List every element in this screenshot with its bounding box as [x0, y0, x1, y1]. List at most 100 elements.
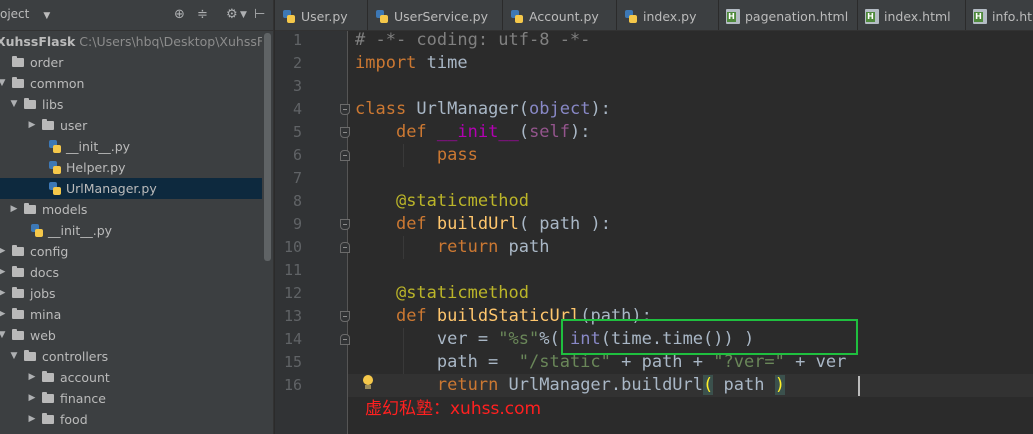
project-view-selector[interactable]: oject ▼ [0, 7, 50, 21]
code-line[interactable]: return path [355, 236, 550, 259]
code-line[interactable]: def buildUrl( path ): [355, 213, 611, 236]
fold-marker-icon[interactable] [340, 104, 350, 115]
code-line[interactable]: def __init__(self): [355, 121, 591, 144]
editor-tab[interactable]: pagenation.html [719, 0, 858, 30]
code-line[interactable]: @staticmethod [355, 282, 529, 305]
fold-marker-icon[interactable] [340, 334, 350, 345]
folder-item[interactable]: ▶ config [0, 241, 273, 262]
gear-dropdown-icon[interactable]: ▼ [240, 6, 247, 24]
editor-tab[interactable]: Account.py [503, 0, 617, 30]
folder-item[interactable]: ▶ account [0, 367, 273, 388]
project-name: XuhssFlask [0, 34, 76, 49]
project-path: C:\Users\hbq\Desktop\XuhssFlask [75, 34, 273, 49]
code-line[interactable]: import time [355, 52, 468, 75]
file-item[interactable]: Helper.py [0, 157, 273, 178]
code-token: ( path ): [518, 214, 611, 234]
code-token: ver = [355, 329, 499, 349]
code-line[interactable]: class UrlManager(object): [355, 98, 611, 121]
collapsed-arrow-icon[interactable]: ▶ [0, 283, 7, 304]
code-token: # -*- coding: utf-8 -*- [355, 30, 591, 50]
fold-marker-icon[interactable] [340, 150, 350, 161]
code-token: UrlManager( [406, 99, 530, 119]
fold-marker-icon[interactable] [340, 219, 350, 230]
project-root-item[interactable]: XuhssFlask C:\Users\hbq\Desktop\XuhssFla… [0, 31, 273, 52]
expanded-arrow-icon[interactable]: ▼ [0, 325, 7, 346]
expanded-arrow-icon[interactable]: ▼ [0, 73, 7, 94]
line-number: 4 [292, 100, 302, 118]
folder-item[interactable]: ▶ jobs [0, 283, 273, 304]
folder-item[interactable]: ▼ libs [0, 94, 273, 115]
folder-item[interactable]: ▶ user [0, 115, 273, 136]
fold-marker-icon[interactable] [340, 127, 350, 138]
gear-icon[interactable]: ⚙ [226, 6, 238, 24]
code-token: return [436, 237, 499, 257]
tree-item-label: config [30, 244, 69, 259]
code-line[interactable]: # -*- coding: utf-8 -*- [355, 29, 590, 52]
folder-icon [12, 56, 24, 67]
collapsed-arrow-icon[interactable]: ▶ [27, 367, 37, 388]
folder-item[interactable]: ▶ food [0, 409, 273, 430]
tree-item-label: XuhssFlask C:\Users\hbq\Desktop\XuhssFla… [0, 31, 273, 52]
code-line[interactable]: @staticmethod [355, 190, 529, 213]
code-token: "%s" [498, 329, 540, 349]
lightbulb-icon[interactable] [360, 374, 376, 390]
folder-item[interactable]: ▶ mina [0, 304, 273, 325]
editor-tab[interactable]: User.py [275, 0, 368, 30]
collapsed-arrow-icon[interactable]: ▶ [27, 388, 37, 409]
folder-item[interactable]: ▼ controllers [0, 346, 273, 367]
target-icon[interactable]: ⊕ [174, 6, 185, 24]
collapsed-arrow-icon[interactable]: ▶ [9, 199, 19, 220]
scrollbar-thumb[interactable] [264, 33, 271, 261]
line-number: 12 [283, 284, 302, 302]
code-token: def [395, 214, 427, 234]
code-token: path [498, 237, 550, 257]
collapsed-arrow-icon[interactable]: ▶ [27, 409, 37, 430]
code-token: @staticmethod [395, 283, 530, 303]
file-item[interactable]: __init__.py [0, 136, 273, 157]
folder-icon [42, 119, 54, 130]
folder-item[interactable]: ▼ common [0, 73, 273, 94]
editor-tab[interactable]: index.py [617, 0, 719, 30]
code-token: import [355, 53, 417, 73]
code-line[interactable]: pass [355, 144, 478, 167]
collapsed-arrow-icon[interactable]: ▶ [0, 304, 7, 325]
editor-tab[interactable]: info.htm [966, 0, 1033, 30]
fold-marker-icon[interactable] [340, 311, 350, 322]
folder-icon [12, 329, 24, 340]
folder-item[interactable]: order [0, 52, 273, 73]
collapse-icon[interactable]: ≑ [197, 6, 208, 24]
editor-tab[interactable]: UserService.py [368, 0, 503, 30]
expanded-arrow-icon[interactable]: ▼ [9, 346, 19, 367]
folder-item[interactable]: ▶ models [0, 199, 273, 220]
line-number: 15 [283, 353, 302, 371]
folder-icon [42, 392, 54, 403]
code-token: buildStaticUrl [436, 306, 581, 326]
python-file-icon [48, 139, 62, 154]
collapsed-arrow-icon[interactable]: ▶ [0, 262, 7, 283]
expanded-arrow-icon[interactable]: ▼ [9, 94, 19, 115]
code-token: class [355, 99, 407, 119]
collapsed-arrow-icon[interactable]: ▶ [27, 115, 37, 136]
collapsed-arrow-icon[interactable]: ▶ [0, 241, 7, 262]
folder-item[interactable]: ▶ docs [0, 262, 273, 283]
python-file-icon [624, 9, 638, 24]
fold-marker-icon[interactable] [340, 242, 350, 253]
hide-icon[interactable]: ⊢ [254, 6, 265, 24]
code-token: self [529, 122, 571, 142]
editor-tab[interactable]: index.html [858, 0, 966, 30]
tree-item-label: order [30, 55, 64, 70]
code-token: path = [355, 352, 519, 372]
folder-icon [24, 350, 36, 361]
folder-item[interactable]: ▶ finance [0, 388, 273, 409]
folder-icon [12, 245, 24, 256]
folder-item[interactable]: ▼ web [0, 325, 273, 346]
project-panel: oject ▼ ⊕ ≑ ⚙ ▼ ⊢ XuhssFlask C:\Users\hbq… [0, 0, 273, 434]
tree-item-label: __init__.py [66, 139, 131, 154]
file-item[interactable]: __init__.py [0, 220, 273, 241]
tree-item-label: controllers [42, 349, 109, 364]
file-item[interactable]: UrlManager.py [0, 178, 273, 199]
html-file-icon [726, 9, 740, 24]
